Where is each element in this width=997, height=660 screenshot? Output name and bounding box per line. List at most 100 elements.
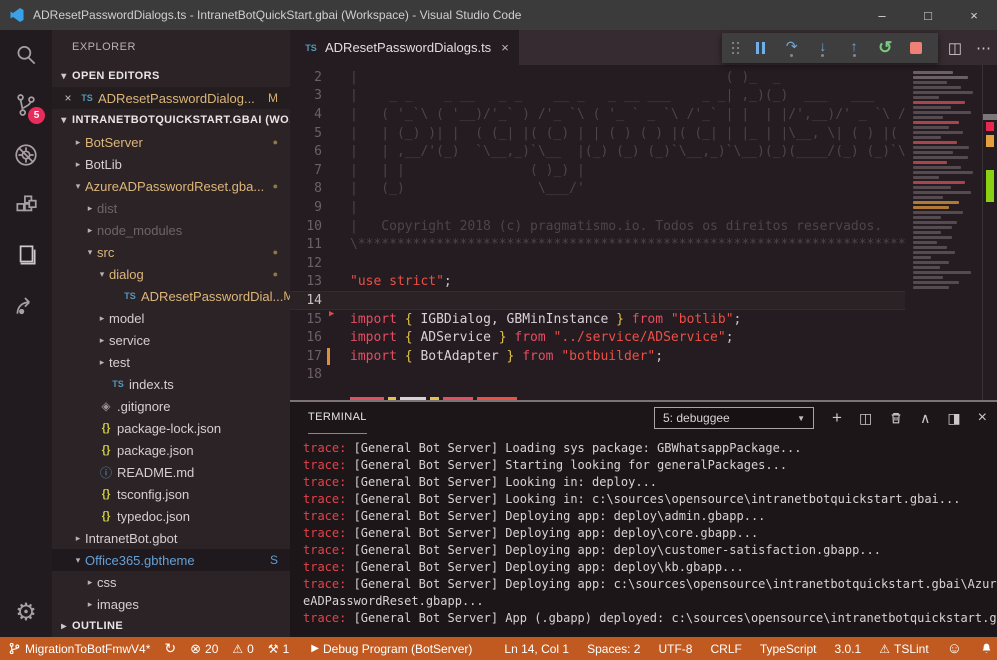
vscode-logo [9, 7, 25, 23]
code-line-15[interactable]: 15import { IGBDialog, GBMinInstance } fr… [290, 310, 905, 329]
terminal-select[interactable]: 5: debuggee ▼ [654, 407, 814, 429]
code-line-10[interactable]: 10| Copyright 2018 (c) pragmatismo.io. T… [290, 217, 905, 236]
debug-program-status[interactable]: ▶ Debug Program (BotServer) [311, 642, 472, 656]
split-terminal-icon[interactable]: ◫ [859, 410, 872, 427]
notifications-bell-icon[interactable] [980, 642, 993, 655]
open-editor-item[interactable]: × TS ADResetPasswordDialog... M [52, 87, 290, 109]
files-icon[interactable] [0, 230, 52, 280]
tree-item-typedoc-json[interactable]: {}typedoc.json [52, 505, 290, 527]
tree-item-package-lock-json[interactable]: {}package-lock.json [52, 417, 290, 439]
workspace-header[interactable]: ▾ INTRANETBOTQUICKSTART.GBAI (WO... [52, 109, 290, 131]
warnings-status[interactable]: ⚠ 0 [232, 642, 253, 656]
source-control-icon[interactable]: 5 [0, 80, 52, 130]
feedback-smiley-icon[interactable]: ☺ [947, 640, 962, 657]
code-area[interactable]: 2| ( )_ _3| _ _ _ __ _ _ __ _ _ __ ___ _… [290, 65, 905, 400]
code-line-11[interactable]: 11\*************************************… [290, 235, 905, 254]
tree-item-azureadpasswordreset-gba-[interactable]: ▾AzureADPasswordReset.gba...● [52, 175, 290, 197]
indentation-status[interactable]: Spaces: 2 [587, 642, 640, 656]
code-line-5[interactable]: 5| | (_) )| | ( (_| |( (_) | | ( ) ( ) |… [290, 124, 905, 143]
sync-status[interactable]: ↻ [164, 640, 176, 657]
trash-icon[interactable] [889, 411, 903, 425]
drag-handle-icon[interactable] [732, 42, 741, 55]
code-line-14[interactable]: 14 [290, 291, 905, 310]
step-out-button[interactable]: ↑ [839, 33, 870, 63]
cursor-position-status[interactable]: Ln 14, Col 1 [504, 642, 569, 656]
minimap[interactable] [905, 65, 982, 400]
tree-item-tsconfig-json[interactable]: {}tsconfig.json [52, 483, 290, 505]
pause-button[interactable] [745, 33, 776, 63]
tab-adresetpassworddialogs[interactable]: TS ADResetPasswordDialogs.ts × [290, 30, 519, 65]
stop-button[interactable] [901, 33, 932, 63]
tree-item--gitignore[interactable]: ◈.gitignore [52, 395, 290, 417]
eol-status[interactable]: CRLF [710, 642, 741, 656]
tree-item-service[interactable]: ▸service [52, 329, 290, 351]
search-icon[interactable] [0, 30, 52, 80]
split-editor-icon[interactable]: ◫ [948, 39, 962, 57]
maximize-panel-icon[interactable]: ∧ [920, 410, 930, 427]
tab-close-icon[interactable]: × [501, 40, 509, 55]
code-text: "use strict"; [322, 274, 452, 289]
tree-item-office365-gbtheme[interactable]: ▾Office365.gbthemeS [52, 549, 290, 571]
tree-item-botlib[interactable]: ▸BotLib [52, 153, 290, 175]
code-line-17[interactable]: 17import { BotAdapter } from "botbuilder… [290, 347, 905, 366]
overview-ruler[interactable] [982, 65, 997, 400]
tree-item-readme-md[interactable]: ⓘREADME.md [52, 461, 290, 483]
code-line-13[interactable]: 13"use strict"; [290, 273, 905, 292]
code-line-12[interactable]: 12 [290, 254, 905, 273]
breakpoint-arrow-icon[interactable]: ▶ [329, 309, 334, 319]
tree-item-index-ts[interactable]: TSindex.ts [52, 373, 290, 395]
fixes-status[interactable]: ⚒ 1 [268, 642, 289, 656]
code-line-8[interactable]: 8| (_) \___/' [290, 180, 905, 199]
tree-item-node-modules[interactable]: ▸node_modules [52, 219, 290, 241]
encoding-status[interactable]: UTF-8 [658, 642, 692, 656]
code-line-18[interactable]: 18 [290, 366, 905, 385]
new-terminal-icon[interactable]: + [832, 408, 842, 428]
step-over-button[interactable]: ↷ [776, 33, 807, 63]
tree-item-intranetbot-gbot[interactable]: ▸IntranetBot.gbot [52, 527, 290, 549]
code-editor[interactable]: 2| ( )_ _3| _ _ _ __ _ _ __ _ _ __ ___ _… [290, 65, 997, 400]
restart-button[interactable]: ↺ [870, 33, 901, 63]
minimize-button[interactable]: – [859, 0, 905, 30]
tree-item-css[interactable]: ▸css [52, 571, 290, 593]
tree-item-dist[interactable]: ▸dist [52, 197, 290, 219]
tree-item-test[interactable]: ▸test [52, 351, 290, 373]
code-line-16[interactable]: 16import { ADService } from "../service/… [290, 328, 905, 347]
close-button[interactable]: × [951, 0, 997, 30]
debug-icon[interactable] [0, 130, 52, 180]
sync-icon: ↻ [164, 640, 176, 657]
chevron-down-icon: ▼ [797, 414, 805, 423]
open-editors-header[interactable]: ▾ OPEN EDITORS [52, 65, 290, 87]
more-actions-icon[interactable]: ⋯ [976, 39, 991, 57]
code-line-3[interactable]: 3| _ _ _ __ _ _ __ _ _ __ ___ _ _| ,_)(_… [290, 87, 905, 106]
explorer-sidebar: EXPLORER ▾ OPEN EDITORS × TS ADResetPass… [52, 30, 290, 637]
tab-terminal[interactable]: TERMINAL [308, 402, 367, 434]
gear-icon[interactable]: ⚙ [15, 598, 37, 627]
panel-position-icon[interactable]: ◨ [947, 410, 960, 427]
close-icon[interactable]: × [60, 91, 76, 105]
tree-item-dialog[interactable]: ▾dialog● [52, 263, 290, 285]
extensions-icon[interactable] [0, 180, 52, 230]
code-line-6[interactable]: 6| | ,__/'(_) `\__,_)`\__ |(_) (_) (_)`\… [290, 142, 905, 161]
tree-item-adresetpassworddial-[interactable]: TSADResetPasswordDial...M [52, 285, 290, 307]
share-icon[interactable] [0, 280, 52, 330]
code-line-9[interactable]: 9| [290, 198, 905, 217]
tree-item-src[interactable]: ▾src● [52, 241, 290, 263]
code-line-4[interactable]: 4| ( '_`\ ( '__)/'_` ) /'_ `\ ( '_ ` _ `… [290, 105, 905, 124]
errors-status[interactable]: ⊗ 20 [190, 641, 218, 657]
tree-item-botserver[interactable]: ▸BotServer● [52, 131, 290, 153]
code-line-2[interactable]: 2| ( )_ _ [290, 68, 905, 87]
close-panel-icon[interactable]: × [978, 409, 987, 427]
step-into-button[interactable]: ↓ [807, 33, 838, 63]
git-branch-status[interactable]: MigrationToBotFmwV4* [8, 642, 150, 656]
tree-item-package-json[interactable]: {}package.json [52, 439, 290, 461]
ts-version-status[interactable]: 3.0.1 [835, 642, 862, 656]
code-line-7[interactable]: 7| | | ( )_) | [290, 161, 905, 180]
tslint-status[interactable]: ⚠ TSLint [879, 642, 928, 656]
language-status[interactable]: TypeScript [760, 642, 817, 656]
terminal-output[interactable]: trace: [General Bot Server] Loading sys … [290, 434, 997, 637]
tree-item-images[interactable]: ▸images [52, 593, 290, 615]
scrollbar-thumb[interactable] [983, 114, 997, 120]
tree-item-model[interactable]: ▸model [52, 307, 290, 329]
maximize-button[interactable]: □ [905, 0, 951, 30]
outline-header[interactable]: ▸ OUTLINE [52, 615, 290, 637]
